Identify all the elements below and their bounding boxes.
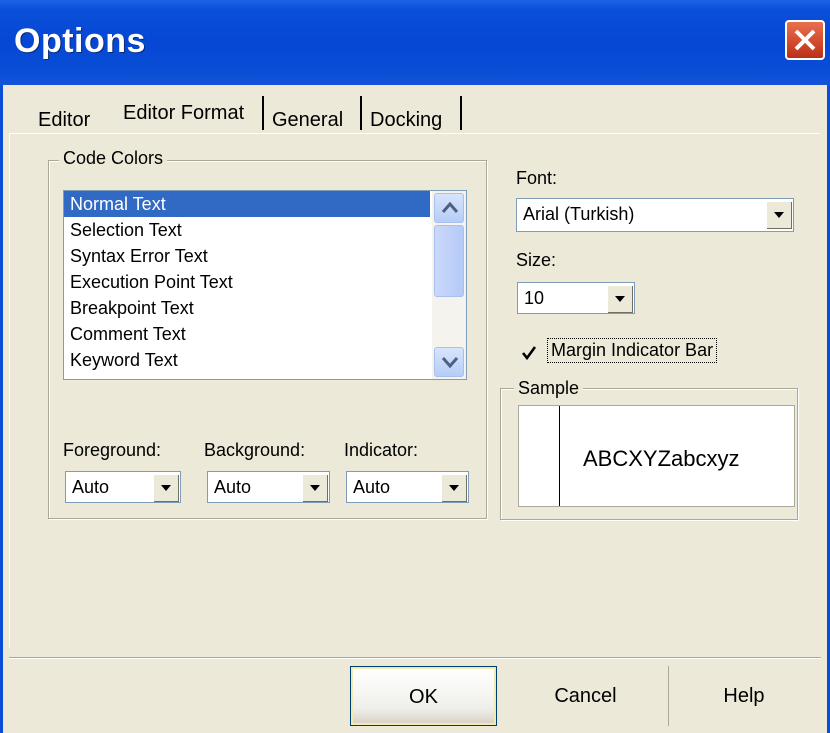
list-item[interactable]: Breakpoint Text <box>64 295 466 321</box>
indicator-value: Auto <box>353 477 391 497</box>
font-select[interactable]: Arial (Turkish) <box>516 198 794 232</box>
list-item[interactable]: Comment Text <box>64 321 466 347</box>
chevron-down-icon <box>615 296 625 302</box>
background-label: Background: <box>204 440 306 460</box>
dropdown-button[interactable] <box>441 474 466 501</box>
dropdown-button[interactable] <box>153 474 178 501</box>
sample-preview: ABCXYZabcxyz <box>518 405 795 507</box>
foreground-label: Foreground: <box>63 440 162 460</box>
window-title: Options <box>14 22 146 60</box>
checkmark-icon <box>521 346 537 361</box>
list-item[interactable]: Normal Text <box>64 191 430 217</box>
indicator-select[interactable]: Auto <box>346 471 469 503</box>
dropdown-button[interactable] <box>607 285 632 312</box>
scroll-thumb[interactable] <box>434 225 464 297</box>
chevron-down-icon <box>449 485 459 491</box>
tab-divider <box>360 96 362 130</box>
sample-margin-bar <box>559 406 560 506</box>
tab-editor-format[interactable]: Editor Format <box>123 94 244 134</box>
background-value: Auto <box>214 477 252 497</box>
size-value: 10 <box>524 288 545 308</box>
list-item[interactable]: Syntax Error Text <box>64 243 466 269</box>
foreground-select[interactable]: Auto <box>65 471 181 503</box>
divider <box>9 657 821 658</box>
close-button[interactable] <box>785 20 825 60</box>
list-item[interactable]: Execution Point Text <box>64 269 466 295</box>
tab-divider <box>460 96 462 130</box>
chevron-down-icon <box>310 485 320 491</box>
close-icon <box>794 29 816 51</box>
list-item[interactable]: Keyword Text <box>64 347 466 373</box>
background-select[interactable]: Auto <box>207 471 330 503</box>
sample-text: ABCXYZabcxyz <box>583 446 740 471</box>
sample-legend: Sample <box>514 378 584 399</box>
code-colors-list[interactable]: Normal Text Selection Text Syntax Error … <box>63 190 467 380</box>
tab-divider <box>262 96 264 130</box>
font-value: Arial (Turkish) <box>523 204 635 224</box>
margin-indicator-checkbox[interactable] <box>521 345 537 361</box>
help-button[interactable]: Help <box>669 666 819 726</box>
scroll-up-button[interactable] <box>434 193 464 223</box>
chevron-down-icon <box>774 212 784 218</box>
font-label: Font: <box>516 168 558 188</box>
size-label: Size: <box>516 250 557 270</box>
dropdown-button[interactable] <box>302 474 327 501</box>
chevron-down-icon <box>441 357 459 369</box>
dropdown-button[interactable] <box>766 201 791 228</box>
title-bar: Options <box>0 0 830 85</box>
code-colors-legend: Code Colors <box>59 148 168 169</box>
foreground-value: Auto <box>72 477 110 497</box>
indicator-label: Indicator: <box>344 440 419 460</box>
scroll-down-button[interactable] <box>434 347 464 377</box>
cancel-button[interactable]: Cancel <box>502 666 669 726</box>
chevron-up-icon <box>441 201 459 213</box>
margin-indicator-label[interactable]: Margin Indicator Bar <box>547 338 718 363</box>
chevron-down-icon <box>161 485 171 491</box>
list-scrollbar[interactable] <box>432 191 466 379</box>
size-select[interactable]: 10 <box>517 282 635 314</box>
list-item[interactable]: Selection Text <box>64 217 466 243</box>
ok-button[interactable]: OK <box>350 666 497 726</box>
